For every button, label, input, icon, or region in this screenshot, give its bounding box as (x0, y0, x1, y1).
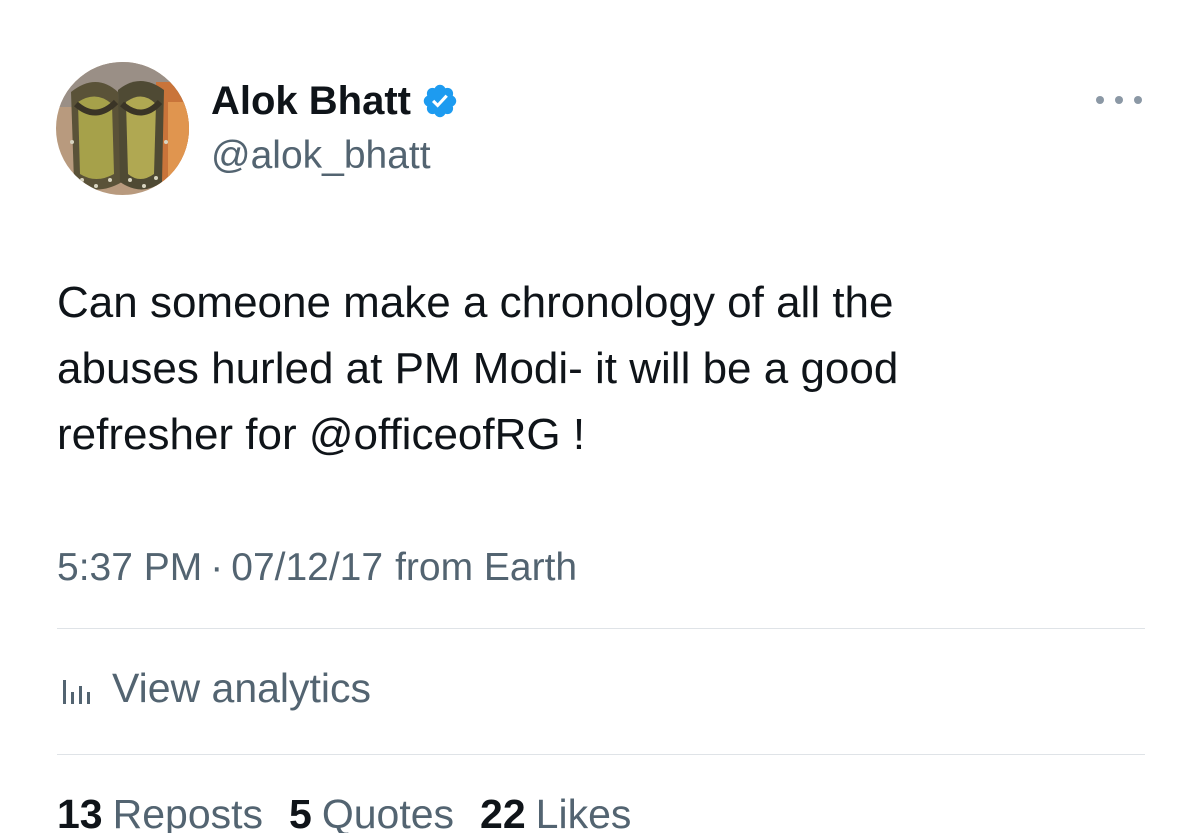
more-dot (1115, 96, 1123, 104)
more-options-icon[interactable] (1096, 88, 1142, 112)
view-analytics-label: View analytics (112, 665, 372, 711)
reposts-label: Reposts (112, 791, 264, 833)
quotes-label: Quotes (321, 791, 455, 833)
author-display-name[interactable]: Alok Bhatt (211, 76, 411, 126)
quotes-count: 5 (289, 791, 312, 833)
likes-label: Likes (535, 791, 632, 833)
reposts-count: 13 (57, 791, 103, 833)
more-dot (1134, 96, 1142, 104)
author-name-row[interactable]: Alok Bhatt (211, 76, 459, 126)
tweet-meta: 5:37 PM · 07/12/17 from Earth (57, 540, 577, 596)
divider (57, 754, 1145, 755)
view-analytics-button[interactable]: View analytics (60, 660, 371, 716)
avatar[interactable] (56, 62, 189, 195)
more-dot (1096, 96, 1104, 104)
tweet-time[interactable]: 5:37 PM (57, 540, 202, 596)
analytics-bars-icon (60, 670, 96, 706)
divider (57, 628, 1145, 629)
likes-stat[interactable]: 22 Likes (480, 786, 631, 833)
engagement-stats: 13 Reposts 5 Quotes 22 Likes (57, 786, 657, 833)
tweet-date[interactable]: 07/12/17 (231, 540, 383, 596)
likes-count: 22 (480, 791, 526, 833)
reposts-stat[interactable]: 13 Reposts (57, 786, 263, 833)
tweet-text-tail: ! (560, 410, 586, 459)
quotes-stat[interactable]: 5 Quotes (289, 786, 454, 833)
sandals-photo-avatar-icon (56, 62, 189, 195)
tweet-source: from Earth (395, 546, 578, 589)
verified-badge-icon[interactable] (421, 82, 459, 120)
tweet-text: Can someone make a chronology of all the… (57, 270, 1157, 468)
meta-separator: · (210, 546, 224, 589)
author-handle[interactable]: @alok_bhatt (211, 131, 431, 181)
tweet-detail: Alok Bhatt @alok_bhatt Can someone make … (0, 0, 1200, 833)
mention-link[interactable]: @officeofRG (309, 410, 561, 459)
